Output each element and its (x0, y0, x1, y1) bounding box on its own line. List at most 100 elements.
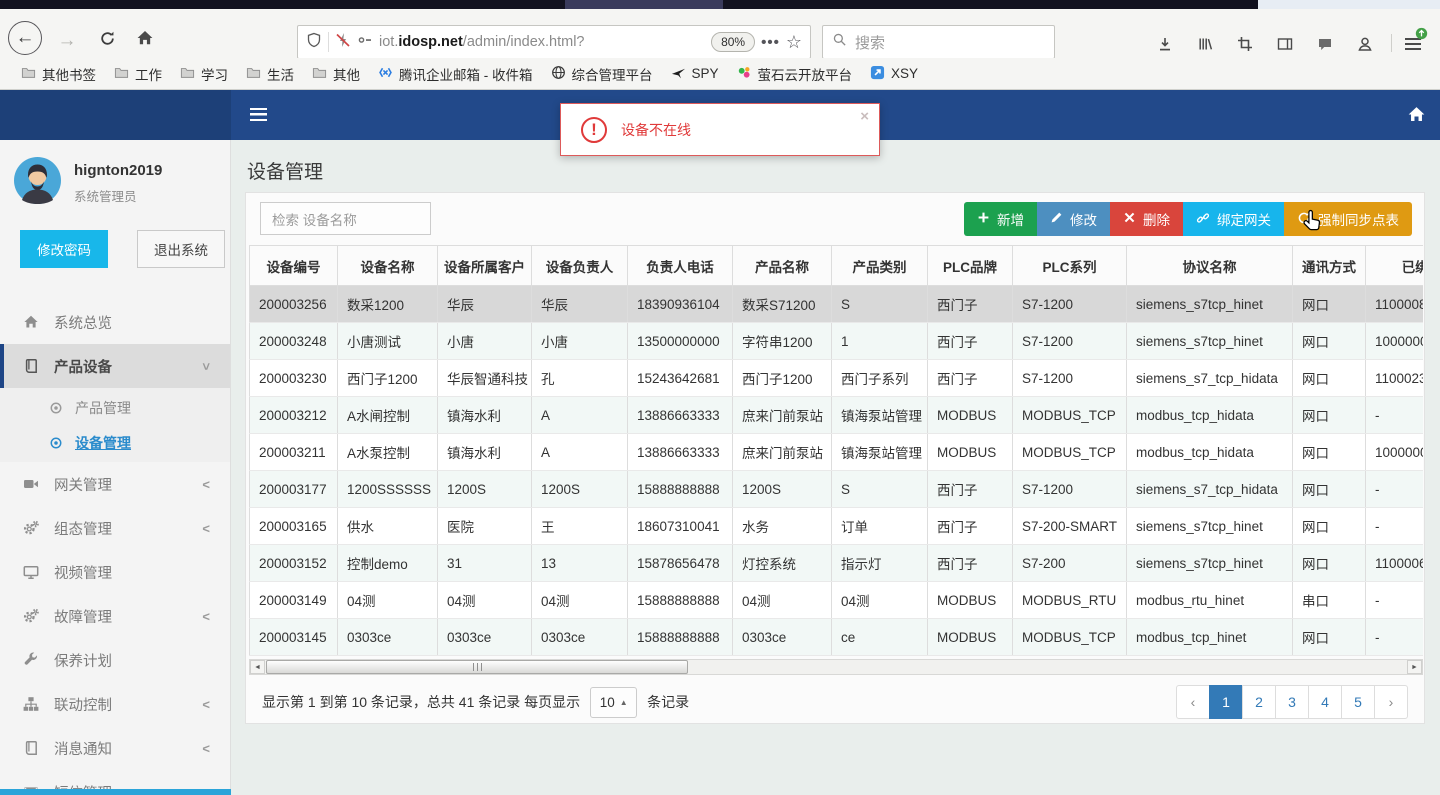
blocked-bolt-icon[interactable] (335, 32, 351, 53)
table-row[interactable]: 200003149 04测 04测 04测 15888888888 04测 04测 MODBU… (249, 581, 1423, 619)
sidebar-item-3[interactable]: 网关管理 < (0, 462, 230, 506)
table-row[interactable]: 200003256 数采1200 华辰 华辰 18390936104 数采S71200 S 西… (249, 285, 1423, 323)
column-header[interactable]: 设备所属客户 (437, 245, 532, 286)
horizontal-scrollbar[interactable]: ◄ ► (249, 659, 1423, 675)
zoom-level-badge[interactable]: 80% (711, 32, 756, 52)
account-icon[interactable] (1352, 34, 1378, 54)
column-header[interactable]: 负责人电话 (627, 245, 733, 286)
page-button-5[interactable]: 5 (1341, 685, 1375, 719)
cross-action-button[interactable]: 删除 (1110, 202, 1183, 236)
sidebar-item-6[interactable]: 故障管理 < (0, 594, 230, 638)
table-cell: 西门子 (927, 470, 1013, 508)
page-prev-button[interactable]: ‹ (1176, 685, 1210, 719)
back-button[interactable]: ← (8, 21, 42, 55)
table-row[interactable]: 200003212 A水闸控制 镇海水利 A 13886663333 庶来门前泵站 镇海泵站… (249, 396, 1423, 434)
pocket-icon[interactable] (1312, 34, 1338, 54)
table-row[interactable]: 200003230 西门子1200 华辰智通科技孔 15243642681 西门子120… (249, 359, 1423, 397)
bookmark-label: 生活 (267, 67, 294, 83)
bookmark-item[interactable]: XSY (861, 61, 927, 87)
active-tab[interactable] (565, 0, 723, 9)
table-cell: 1200SSSSSS (337, 470, 438, 508)
shield-icon[interactable] (306, 32, 322, 53)
alert-close-icon[interactable]: × (860, 108, 869, 125)
reload-button[interactable] (90, 24, 124, 58)
sidebar-item-label: 故障管理 (54, 609, 112, 626)
sidebar-collapse-icon[interactable] (250, 108, 267, 121)
device-search-input[interactable]: 检索 设备名称 (260, 202, 431, 235)
bookmark-item[interactable]: 综合管理平台 (542, 61, 662, 87)
sidebar-item-9[interactable]: 消息通知 < (0, 726, 230, 770)
sidebar-subitem[interactable]: 产品管理 (0, 390, 230, 425)
navbar-home-icon[interactable] (1407, 105, 1426, 129)
bookmark-item[interactable]: 腾讯企业邮箱 - 收件箱 (369, 61, 542, 87)
bookmark-item[interactable]: 生活 (237, 61, 303, 87)
sitemap-icon (23, 696, 41, 712)
column-header[interactable]: PLC品牌 (927, 245, 1013, 286)
forward-button[interactable]: → (50, 24, 84, 58)
table-row[interactable]: 200003152 控制demo 31 13 15878656478 灯控系统 指示灯 西门子… (249, 544, 1423, 582)
column-header[interactable]: PLC系列 (1012, 245, 1127, 286)
sidebar-item-5[interactable]: 视频管理 (0, 550, 230, 594)
logout-button[interactable]: 退出系统 (137, 230, 225, 268)
column-header[interactable]: 协议名称 (1126, 245, 1293, 286)
column-header[interactable]: 已绑定网关 (1365, 245, 1423, 286)
table-cell: 04测 (831, 581, 928, 619)
table-row[interactable]: 200003211 A水泵控制 镇海水利 A 13886663333 庶来门前泵站 镇海泵站… (249, 433, 1423, 471)
link-action-button[interactable]: 绑定网关 (1183, 202, 1284, 236)
page-button-2[interactable]: 2 (1242, 685, 1276, 719)
screenshot-icon[interactable] (1232, 34, 1258, 54)
page-button-1[interactable]: 1 (1209, 685, 1243, 719)
table-row[interactable]: 200003165 供水 医院王 18607310041 水务 订单 西门子 S7-200-S… (249, 507, 1423, 545)
bookmark-star-icon[interactable]: ☆ (786, 32, 802, 53)
sidebar-toggle-icon[interactable] (1272, 34, 1298, 54)
column-header[interactable]: 产品类别 (831, 245, 928, 286)
table-cell: 0303ce (732, 618, 832, 656)
permissions-icon[interactable] (357, 32, 373, 53)
per-page-select[interactable]: 10 ▲ (590, 686, 638, 718)
column-header[interactable]: 设备编号 (249, 245, 338, 286)
page-button-3[interactable]: 3 (1275, 685, 1309, 719)
plus-action-button[interactable]: 新增 (964, 202, 1037, 236)
sidebar-subitem[interactable]: 设备管理 (0, 425, 230, 460)
bookmark-item[interactable]: 萤石云开放平台 (728, 61, 862, 87)
sidebar-item-8[interactable]: 联动控制 < (0, 682, 230, 726)
thumb-grip (472, 663, 482, 671)
sidebar-submenu: 产品管理 设备管理 (0, 388, 230, 462)
bookmark-item[interactable]: SPY (662, 61, 728, 87)
bookmark-item[interactable]: 工作 (105, 61, 171, 87)
url-bar[interactable]: iot.idosp.net/admin/index.html? 80% ••• … (297, 25, 811, 59)
library-icon[interactable] (1192, 34, 1218, 54)
bookmark-item[interactable]: 其他书签 (12, 61, 105, 87)
table-row[interactable]: 200003145 0303ce 0303ce 0303ce 15888888888 03… (249, 618, 1423, 656)
table-row[interactable]: 200003177 1200SSSSSS 1200S 1200S 15888888888… (249, 470, 1423, 508)
browser-tab-strip[interactable] (0, 0, 1440, 9)
column-header[interactable]: 通讯方式 (1292, 245, 1366, 286)
sidebar-item-1[interactable]: 系统总览 (0, 300, 230, 344)
column-header[interactable]: 产品名称 (732, 245, 832, 286)
table-row[interactable]: 200003248 小唐测试 小唐 小唐 13500000000 字符串1200 1 西门子 S… (249, 322, 1423, 360)
sidebar-item-label: 产品设备 (54, 359, 112, 376)
home-button[interactable] (128, 24, 162, 58)
browser-search-box[interactable]: 搜索 (822, 25, 1055, 59)
column-header[interactable]: 设备名称 (337, 245, 438, 286)
menu-hamburger-icon[interactable] (1400, 27, 1428, 54)
video-icon (23, 476, 41, 492)
scrollbar-thumb[interactable] (266, 660, 688, 674)
page-actions-icon[interactable]: ••• (761, 34, 780, 51)
download-icon[interactable] (1152, 34, 1178, 54)
sidebar-item-2[interactable]: 产品设备 < (0, 344, 230, 388)
scroll-left-arrow[interactable]: ◄ (250, 660, 265, 674)
scroll-right-arrow[interactable]: ► (1407, 660, 1422, 674)
table-cell: 04测 (337, 581, 438, 619)
page-next-button[interactable]: › (1374, 685, 1408, 719)
bookmark-item[interactable]: 学习 (171, 61, 237, 87)
bookmark-label: 综合管理平台 (571, 67, 653, 83)
change-password-button[interactable]: 修改密码 (20, 230, 108, 268)
pencil-action-button[interactable]: 修改 (1037, 202, 1110, 236)
column-header[interactable]: 设备负责人 (531, 245, 628, 286)
sidebar-item-4[interactable]: 组态管理 < (0, 506, 230, 550)
table-cell: A (531, 433, 628, 471)
bookmark-item[interactable]: 其他 (303, 61, 369, 87)
page-button-4[interactable]: 4 (1308, 685, 1342, 719)
sidebar-item-7[interactable]: 保养计划 (0, 638, 230, 682)
